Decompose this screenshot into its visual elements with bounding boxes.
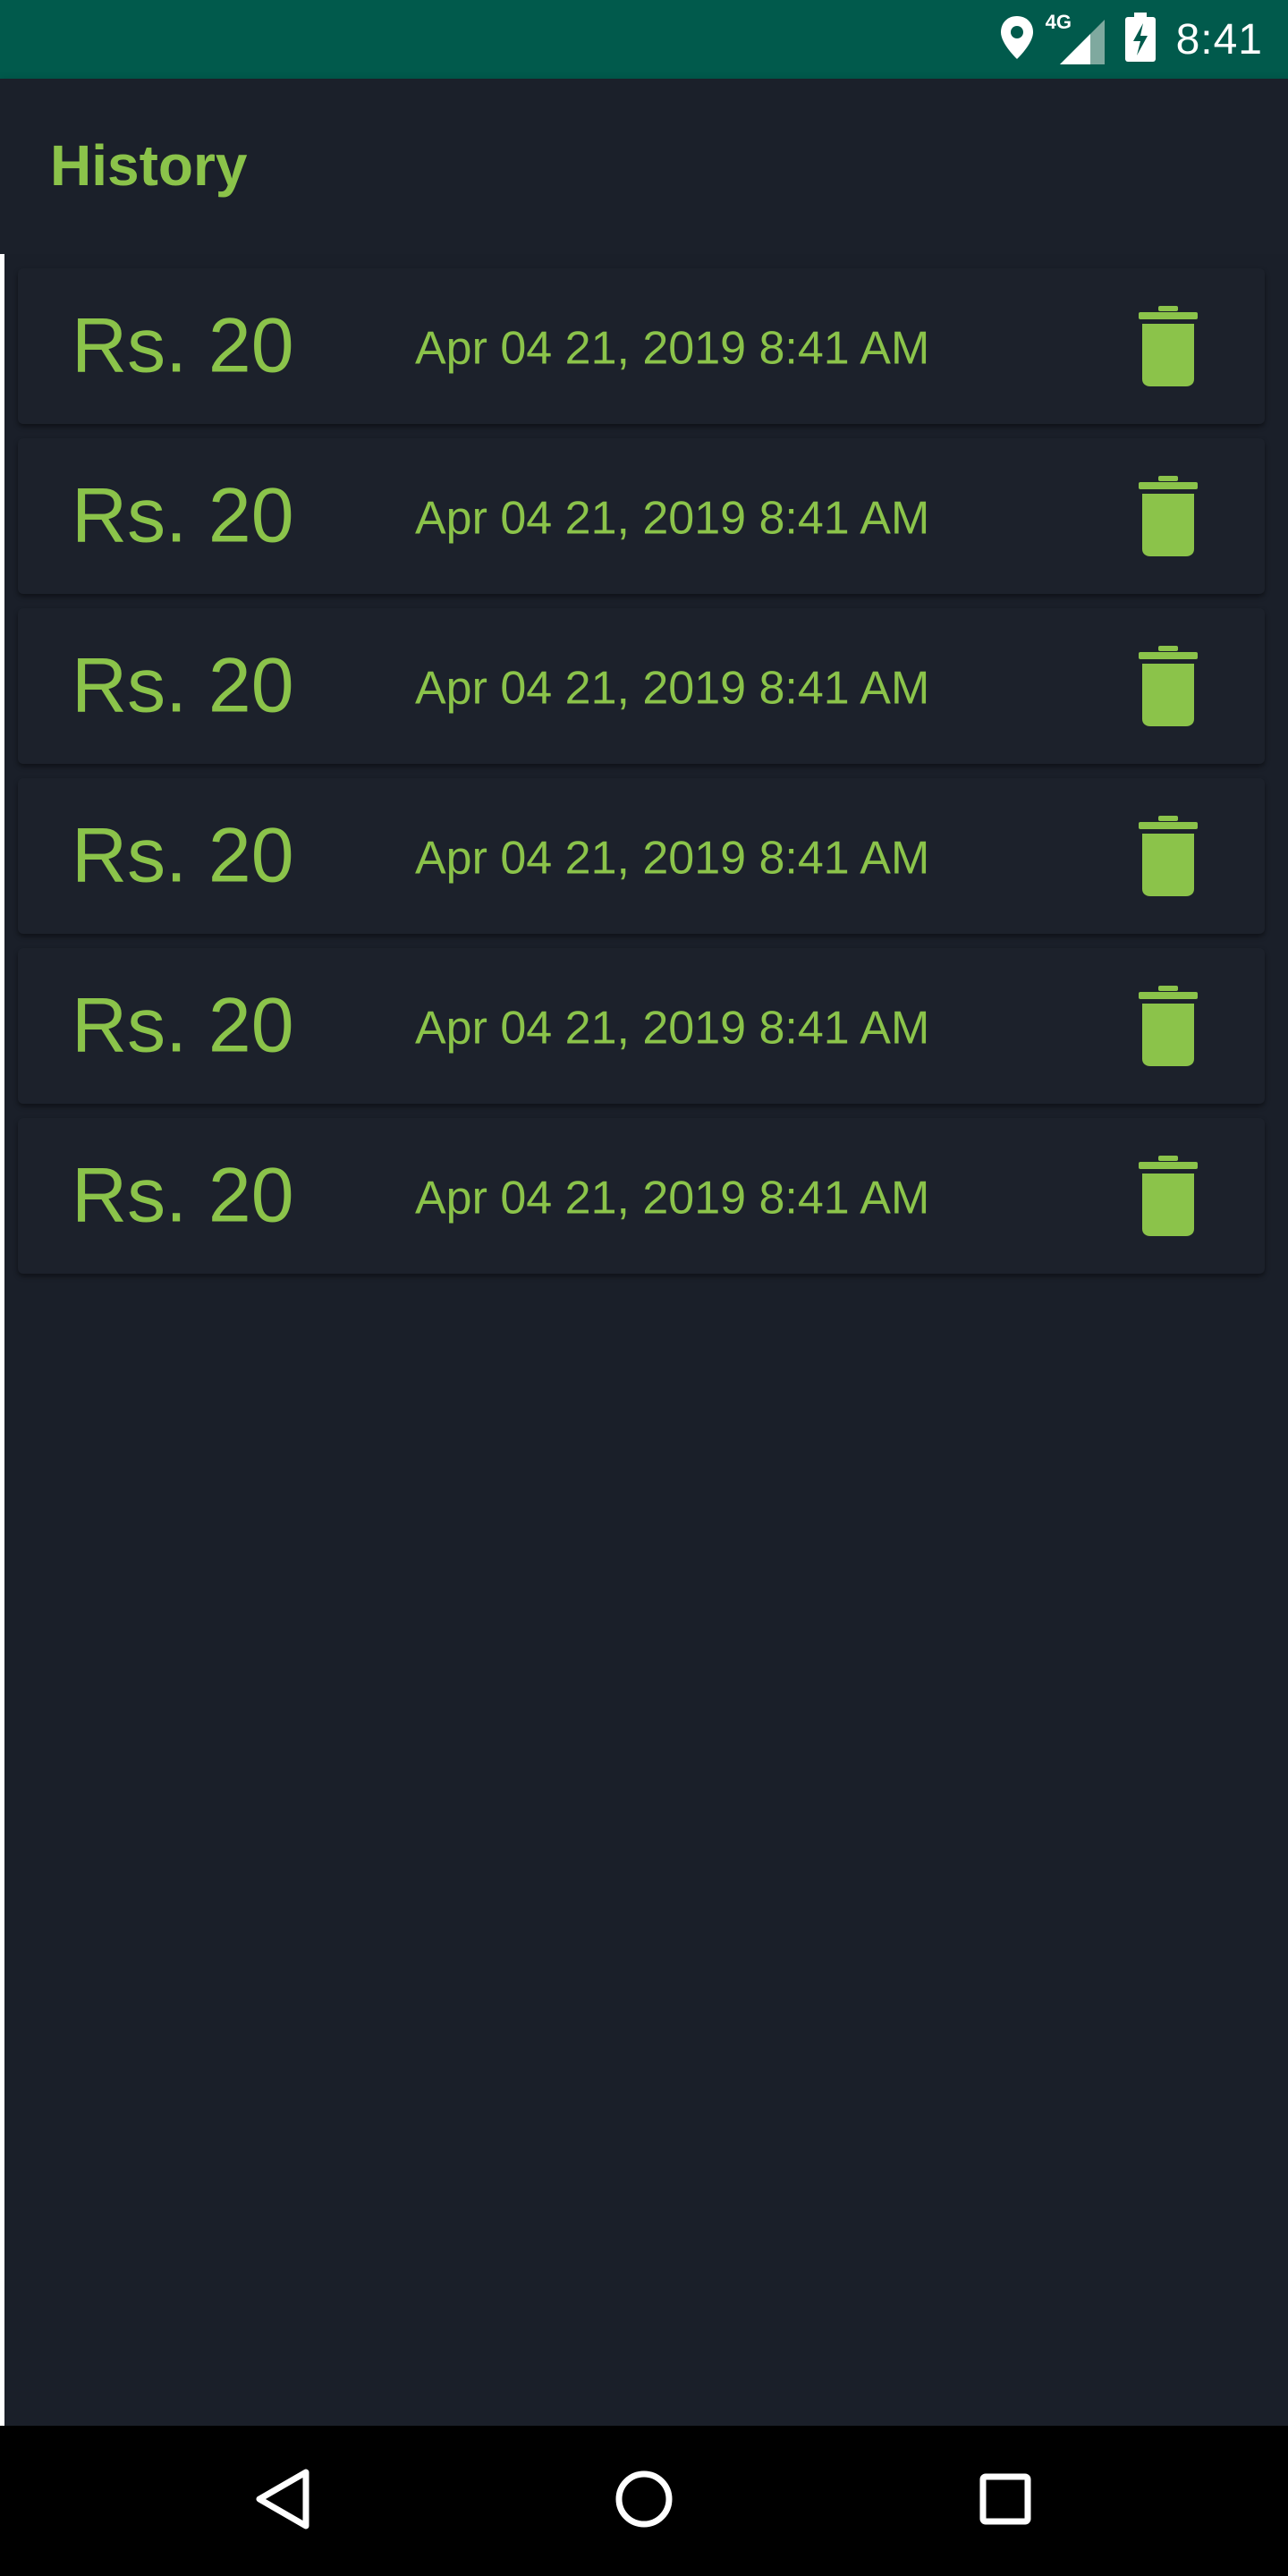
history-item-amount: Rs. 20 (72, 982, 294, 1069)
trash-icon[interactable] (1136, 476, 1200, 556)
history-item[interactable]: Rs. 20 Apr 04 21, 2019 8:41 AM (18, 1118, 1265, 1274)
trash-icon[interactable] (1136, 816, 1200, 896)
history-item[interactable]: Rs. 20 Apr 04 21, 2019 8:41 AM (18, 778, 1265, 934)
history-item-amount: Rs. 20 (72, 472, 294, 559)
history-item-date: Apr 04 21, 2019 8:41 AM (415, 322, 930, 375)
battery-charging-icon (1124, 12, 1157, 67)
signal-4g-icon: 4G (1046, 11, 1105, 66)
page-title: History (50, 133, 248, 198)
history-item[interactable]: Rs. 20 Apr 04 21, 2019 8:41 AM (18, 948, 1265, 1104)
history-item-date: Apr 04 21, 2019 8:41 AM (415, 492, 930, 545)
trash-icon[interactable] (1136, 1156, 1200, 1236)
history-content[interactable]: Rs. 20 Apr 04 21, 2019 8:41 AM Rs. 20 Ap… (0, 254, 1288, 2426)
home-icon (614, 2470, 674, 2533)
history-item-date: Apr 04 21, 2019 8:41 AM (415, 662, 930, 715)
history-item-date: Apr 04 21, 2019 8:41 AM (415, 832, 930, 885)
history-item[interactable]: Rs. 20 Apr 04 21, 2019 8:41 AM (18, 608, 1265, 764)
trash-icon[interactable] (1136, 306, 1200, 386)
home-button[interactable] (604, 2461, 684, 2541)
trash-icon[interactable] (1136, 986, 1200, 1066)
location-icon (999, 14, 1035, 65)
history-item-amount: Rs. 20 (72, 812, 294, 899)
history-item-amount: Rs. 20 (72, 1152, 294, 1239)
scroll-edge-line (0, 254, 4, 2426)
back-button[interactable] (242, 2461, 323, 2541)
history-item-date: Apr 04 21, 2019 8:41 AM (415, 1002, 930, 1055)
status-icons: 4G 8:41 (999, 0, 1263, 79)
app-bar: History (0, 79, 1288, 254)
network-label: 4G (1045, 11, 1072, 33)
navigation-bar (0, 2426, 1288, 2576)
history-item[interactable]: Rs. 20 Apr 04 21, 2019 8:41 AM (18, 268, 1265, 424)
history-item-date: Apr 04 21, 2019 8:41 AM (415, 1172, 930, 1224)
status-time: 8:41 (1175, 15, 1263, 64)
history-list[interactable]: Rs. 20 Apr 04 21, 2019 8:41 AM Rs. 20 Ap… (18, 254, 1265, 1274)
back-icon (254, 2467, 311, 2536)
history-item-amount: Rs. 20 (72, 642, 294, 729)
recents-button[interactable] (965, 2461, 1046, 2541)
trash-icon[interactable] (1136, 646, 1200, 726)
history-item-amount: Rs. 20 (72, 302, 294, 389)
status-bar: 4G 8:41 (0, 0, 1288, 79)
recents-icon (979, 2472, 1032, 2530)
history-item[interactable]: Rs. 20 Apr 04 21, 2019 8:41 AM (18, 438, 1265, 594)
